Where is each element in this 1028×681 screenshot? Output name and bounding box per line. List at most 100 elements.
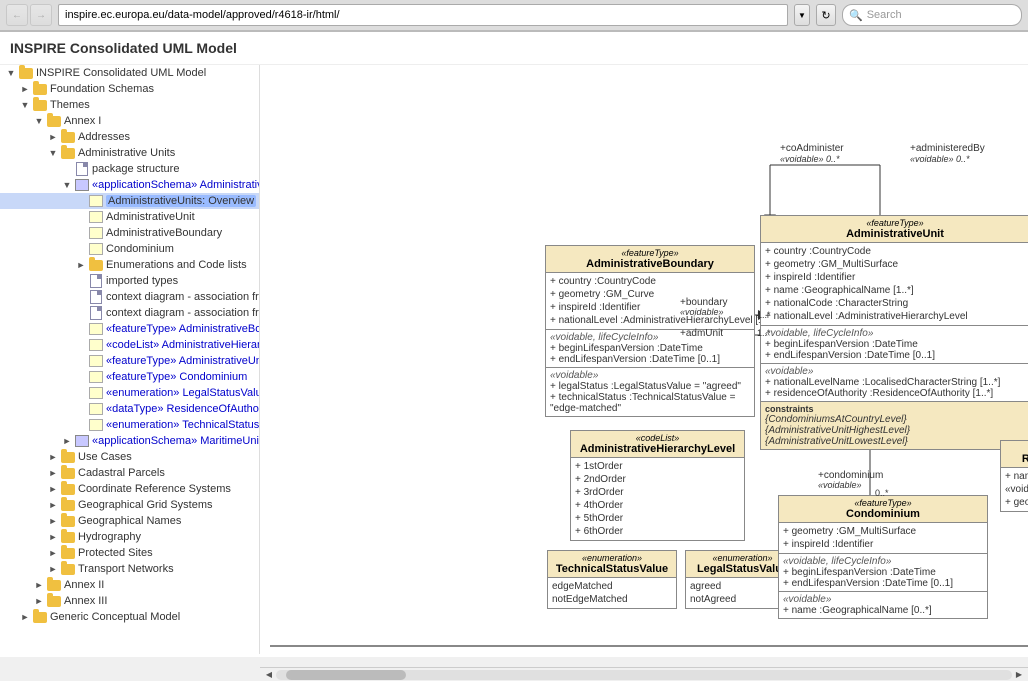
sidebar-item-label: Condominium (106, 243, 174, 255)
sidebar-item-crs[interactable]: ► Coordinate Reference Systems (0, 481, 259, 497)
sidebar-item-annexi[interactable]: ▼ Annex I (0, 113, 259, 129)
box-header: «featureType» Condominium (779, 496, 987, 523)
toggle-icon: ▼ (4, 68, 18, 78)
sidebar-item-addresses[interactable]: ► Addresses (0, 129, 259, 145)
search-bar[interactable]: 🔍 Search (842, 4, 1022, 26)
search-icon: 🔍 (849, 9, 863, 22)
sidebar-item-xfeature-au[interactable]: «featureType» AdministrativeUnit (0, 353, 259, 369)
sidebar-item-root[interactable]: ▼ INSPIRE Consolidated UML Model (0, 65, 259, 81)
back-button[interactable]: ← (6, 4, 28, 26)
sidebar-item-maritime[interactable]: ► «applicationSchema» MaritimeUnits (0, 433, 259, 449)
browser-toolbar: ← → ▼ ↻ 🔍 Search (0, 0, 1028, 31)
sidebar-item-label: Annex III (64, 595, 107, 607)
co-administer-label: +coAdminister (780, 143, 844, 154)
sidebar-item-geo-grid[interactable]: ► Geographical Grid Systems (0, 497, 259, 513)
address-bar[interactable] (58, 4, 788, 26)
sidebar-item-admin-unit[interactable]: AdministrativeUnit (0, 209, 259, 225)
sidebar-item-label: context diagram - association from cadas… (106, 307, 260, 319)
sidebar-item-label: Hydrography (78, 531, 141, 543)
box-body: + geometry :GM_MultiSurface + inspireId … (779, 523, 987, 553)
sidebar-item-foundation[interactable]: ► Foundation Schemas (0, 81, 259, 97)
sidebar-item-context-cad[interactable]: context diagram - association from cadas… (0, 305, 259, 321)
sidebar-item-context-addr[interactable]: context diagram - association from addre… (0, 289, 259, 305)
class-icon (88, 402, 104, 416)
sidebar-item-label: «enumeration» LegalStatusValue (106, 387, 260, 399)
sidebar-item-label: Enumerations and Code lists (106, 259, 247, 271)
voidable2-label: «voidable» (783, 594, 983, 605)
class-icon (88, 194, 104, 208)
sidebar-item-xfeature-ab[interactable]: «featureType» AdministrativeBoundary (0, 321, 259, 337)
uml-box-admin-boundary: «featureType» AdministrativeBoundary + c… (545, 245, 755, 417)
sidebar-item-use-cases[interactable]: ► Use Cases (0, 449, 259, 465)
sidebar-item-geo-names[interactable]: ► Geographical Names (0, 513, 259, 529)
box-header-admin-unit: «featureType» AdministrativeUnit (761, 216, 1028, 243)
sidebar-item-xdatatype-roa[interactable]: «dataType» ResidenceOfAuthority (0, 401, 259, 417)
sidebar-item-xcodelist-ah[interactable]: «codeList» AdministrativeHierarchyLevel (0, 337, 259, 353)
folder-icon (46, 594, 62, 608)
main-layout: ▼ INSPIRE Consolidated UML Model ► Found… (0, 65, 1028, 654)
package-icon (74, 434, 90, 448)
folder-icon (32, 82, 48, 96)
sidebar-item-imported-types[interactable]: imported types (0, 273, 259, 289)
attr-row: + endLifespanVersion :DateTime [0..1] (783, 578, 983, 589)
sidebar-item-transport[interactable]: ► Transport Networks (0, 561, 259, 577)
sidebar-item-xfeature-cond[interactable]: «featureType» Condominium (0, 369, 259, 385)
class-icon (88, 370, 104, 384)
sidebar-item-annexii[interactable]: ► Annex II (0, 577, 259, 593)
attr-row: + beginLifespanVersion :DateTime (783, 567, 983, 578)
sidebar-item-label: «featureType» Condominium (106, 371, 247, 383)
folder-icon (32, 610, 48, 624)
page-content: INSPIRE Consolidated UML Model ▼ INSPIRE… (0, 32, 1028, 657)
sidebar-item-admin-boundary[interactable]: AdministrativeBoundary (0, 225, 259, 241)
stereotype-label: «featureType» (765, 218, 1025, 228)
attr-row: + legalStatus :LegalStatusValue = "agree… (550, 381, 750, 392)
attr-row: + 4thOrder (575, 499, 740, 512)
sidebar-item-condominium[interactable]: Condominium (0, 241, 259, 257)
uml-box-technical-status: «enumeration» TechnicalStatusValue edgeM… (547, 550, 677, 609)
condominium-mult-label: «voidable» (818, 480, 862, 490)
sidebar-item-themes[interactable]: ▼ Themes (0, 97, 259, 113)
sidebar-item-generic[interactable]: ► Generic Conceptual Model (0, 609, 259, 625)
sidebar-item-label: Geographical Names (78, 515, 181, 527)
sidebar-item-hydro[interactable]: ► Hydrography (0, 529, 259, 545)
toggle-icon: ► (18, 612, 32, 622)
folder-icon (18, 66, 34, 80)
doc-icon (88, 290, 104, 304)
sidebar-item-au-overview[interactable]: AdministrativeUnits: Overview (0, 193, 259, 209)
sidebar-item-label: «featureType» AdministrativeBoundary (106, 323, 260, 335)
sidebar-item-annexiii[interactable]: ► Annex III (0, 593, 259, 609)
sidebar: ▼ INSPIRE Consolidated UML Model ► Found… (0, 65, 260, 654)
stereotype-label: «featureType» (550, 248, 750, 258)
folder-icon (46, 114, 62, 128)
folder-icon (60, 466, 76, 480)
sidebar-item-enumerations[interactable]: ► Enumerations and Code lists (0, 257, 259, 273)
address-dropdown-button[interactable]: ▼ (794, 4, 810, 26)
sidebar-item-app-schema-au[interactable]: ▼ «applicationSchema» AdministrativeUnit… (0, 177, 259, 193)
sidebar-item-label: imported types (106, 275, 178, 287)
sidebar-item-admin-units[interactable]: ▼ Administrative Units (0, 145, 259, 161)
toggle-icon: ► (46, 500, 60, 510)
sidebar-item-label: Annex II (64, 579, 104, 591)
adm-unit-label: +admUnit (680, 328, 723, 339)
box-body: + 1stOrder + 2ndOrder + 3rdOrder + 4thOr… (571, 458, 744, 540)
sidebar-item-package-structure[interactable]: package structure (0, 161, 259, 177)
sidebar-item-xenum-ls[interactable]: «enumeration» LegalStatusValue (0, 385, 259, 401)
forward-button[interactable]: → (30, 4, 52, 26)
boundary-mult2-label: 1..* (757, 310, 771, 320)
info-panel: AdministrativeUnits: Overview : Class di… (270, 645, 1028, 654)
voidable2-section: «voidable» + name :GeographicalName [0..… (779, 591, 987, 618)
sidebar-item-cadastral[interactable]: ► Cadastral Parcels (0, 465, 259, 481)
uml-diagram: «featureType» AdministrativeBoundary + c… (270, 75, 1028, 654)
folder-icon (60, 482, 76, 496)
reload-button[interactable]: ↻ (816, 4, 836, 26)
voidable-section: «voidable, lifeCycleInfo» + beginLifespa… (779, 553, 987, 591)
toggle-icon: ▼ (46, 148, 60, 158)
sidebar-item-xenum-ts[interactable]: «enumeration» TechnicalStatusValue (0, 417, 259, 433)
sidebar-item-protected[interactable]: ► Protected Sites (0, 545, 259, 561)
sidebar-item-label: AdministrativeBoundary (106, 227, 222, 239)
attr-row: + nationalCode :CharacterString (765, 297, 1025, 310)
toggle-icon: ► (46, 548, 60, 558)
sidebar-item-label: AdministrativeUnits: Overview (106, 195, 256, 207)
adm-unit-mult-label: 1..* (757, 328, 771, 338)
toggle-icon: ► (46, 132, 60, 142)
